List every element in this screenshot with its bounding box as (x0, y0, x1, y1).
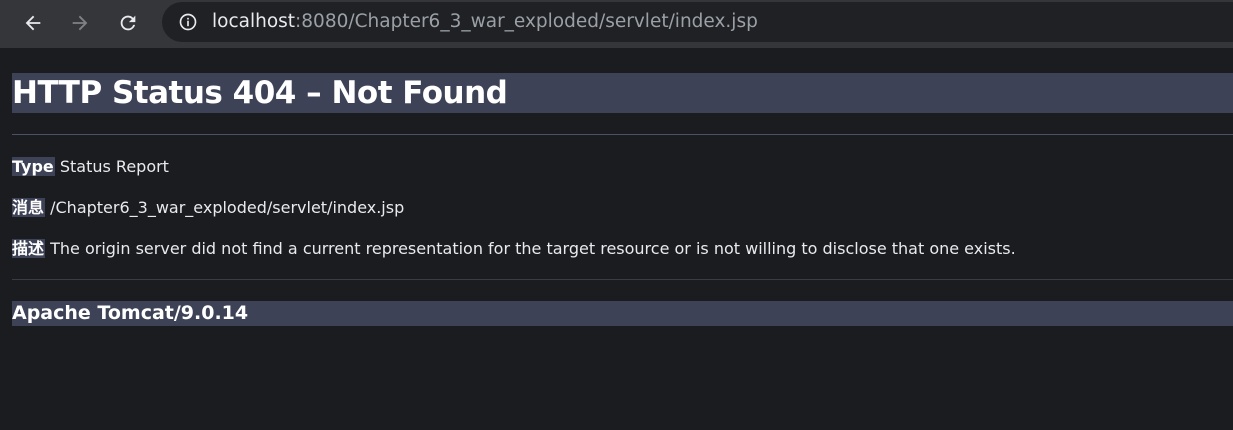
reload-icon (120, 15, 136, 31)
forward-button[interactable] (63, 6, 97, 40)
page-content: HTTP Status 404 – Not Found Type Status … (0, 48, 1233, 430)
reload-button[interactable] (111, 6, 145, 40)
divider (12, 134, 1233, 135)
url-text[interactable]: localhost:8080/Chapter6_3_war_exploded/s… (212, 11, 758, 33)
description-row: 描述 The origin server did not find a curr… (12, 239, 1016, 259)
type-row: Type Status Report (12, 157, 169, 177)
divider (12, 279, 1233, 280)
type-label: Type (12, 157, 55, 176)
message-row: 消息 /Chapter6_3_war_exploded/servlet/inde… (12, 198, 404, 218)
info-icon[interactable] (178, 12, 198, 32)
back-button[interactable] (16, 6, 50, 40)
url-path: :8080/Chapter6_3_war_exploded/servlet/in… (295, 11, 758, 32)
message-label: 消息 (12, 198, 46, 217)
back-arrow-icon (25, 15, 41, 31)
server-info: Apache Tomcat/9.0.14 (12, 301, 1233, 326)
message-value: /Chapter6_3_war_exploded/servlet/index.j… (50, 198, 405, 217)
forward-arrow-icon (72, 15, 88, 31)
description-value: The origin server did not find a current… (50, 239, 1016, 258)
description-label: 描述 (12, 239, 46, 258)
page-title: HTTP Status 404 – Not Found (12, 73, 1233, 113)
type-value: Status Report (59, 157, 169, 176)
browser-toolbar: localhost:8080/Chapter6_3_war_exploded/s… (0, 0, 1233, 48)
address-bar[interactable]: localhost:8080/Chapter6_3_war_exploded/s… (162, 2, 1233, 42)
url-host: localhost (212, 11, 296, 32)
